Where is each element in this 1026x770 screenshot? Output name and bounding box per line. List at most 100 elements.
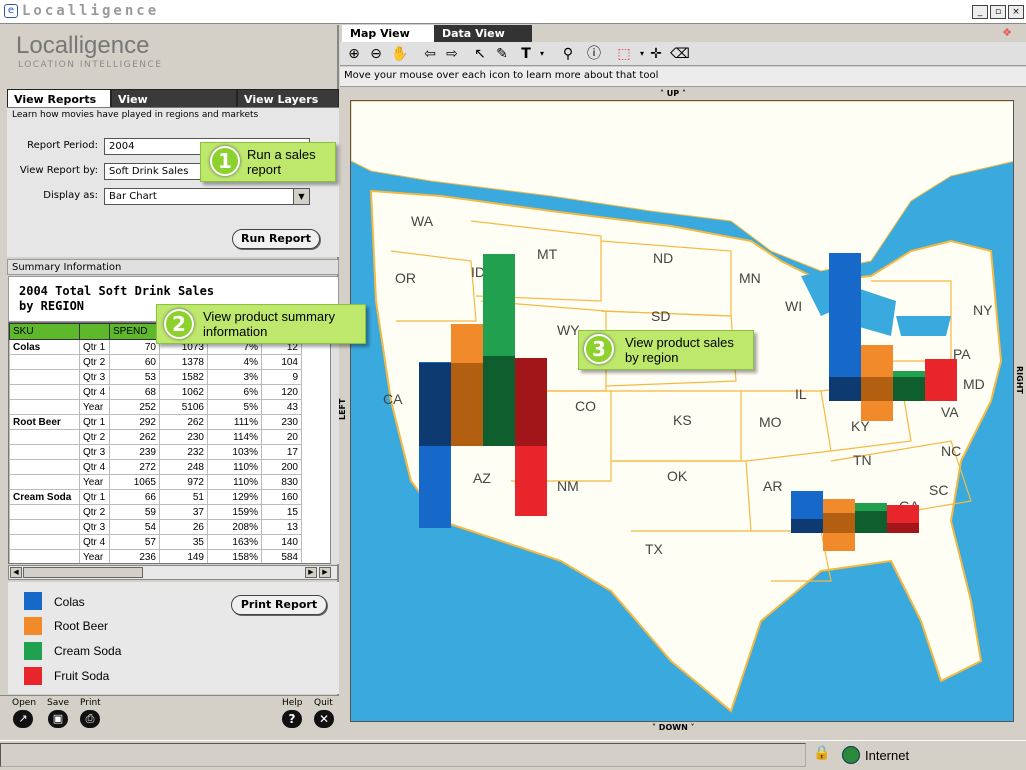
table-cell: 111% [207,414,262,430]
nav-right[interactable]: RIGHT [1015,366,1024,394]
print-icon[interactable]: ⎙ [80,710,100,728]
table-header-cell: SKU [9,323,80,340]
help-icon[interactable]: ? [282,710,302,728]
callout-3-number: 3 [584,334,614,364]
table-cell: 584 [261,549,302,563]
eraser-icon[interactable]: ⌫ [670,44,690,64]
table-cell: 1065 [109,474,160,490]
west-neg-bar-3[interactable] [515,446,547,516]
table-cell: 68 [109,384,160,400]
scroll-left-icon[interactable]: ◀ [10,567,22,578]
quit-label: Quit [314,698,333,708]
close-window-button[interactable]: × [1008,5,1024,19]
south-neg-bar-1[interactable] [823,533,855,551]
table-cell: Qtr 3 [79,519,110,535]
nav-left[interactable]: LEFT [338,399,347,420]
minimize-button[interactable]: _ [972,5,988,19]
table-row: Root Beer Qtr 1 292 262 111% 230 [9,414,302,430]
previous-view-icon[interactable]: ⇦ [420,44,440,64]
next-view-icon[interactable]: ⇨ [442,44,462,64]
chevron-down-icon[interactable]: ▼ [293,189,309,204]
table-cell: 248 [159,459,208,475]
scroll-right-end-icon[interactable]: ▶ [319,567,331,578]
west-band-0 [419,363,451,446]
help-label: Help [282,698,303,708]
quit-icon[interactable]: ✕ [314,710,334,728]
table-cell: 972 [159,474,208,490]
display-as-label: Display as: [43,190,98,201]
tab-view-layers[interactable]: View Layers [237,89,339,108]
callout-2-line2: information [203,324,268,339]
midwest-band-0 [829,377,861,401]
table-row: Qtr 3 53 1582 3% 9 [9,369,302,385]
table-cell: 54 [109,519,160,535]
table-cell: 110% [207,474,262,490]
callout-1-line1: Run a sales [247,147,316,162]
table-cell: 15 [261,504,302,520]
tab-view-reports[interactable]: View Reports [7,89,111,108]
state-label-wi: WI [785,298,802,314]
table-cell: 158% [207,549,262,563]
tab-data-view[interactable]: Data View [434,25,532,42]
table-row: Year 236 149 158% 584 [9,549,302,563]
table-cell: Year [79,474,110,490]
display-as-select[interactable]: Bar Chart ▼ [104,188,310,205]
west-neg-bar-0[interactable] [419,446,451,528]
state-label-tn: TN [853,452,872,468]
state-label-tx: TX [645,541,664,557]
table-cell: Qtr 1 [79,339,110,355]
table-cell: Qtr 4 [79,384,110,400]
tab-view-demographics[interactable]: View Demographics [111,89,237,119]
midwest-neg-bar-1[interactable] [861,401,893,421]
nav-left-label: LEFT [338,398,347,420]
table-horizontal-scrollbar[interactable]: ◀ ▶ ▶ [8,565,338,580]
scroll-thumb[interactable] [23,567,143,578]
text-tool-chevron-icon[interactable]: ▾ [532,44,552,64]
midwest-band-2 [893,377,925,401]
south-band-2 [855,511,887,533]
table-row: Qtr 4 272 248 110% 200 [9,459,302,475]
table-cell: 230 [261,414,302,430]
crosshair-icon[interactable]: ✛ [646,44,666,64]
nav-down[interactable]: ˅ DOWN ˅ [652,723,695,732]
table-cell: 1378 [159,354,208,370]
ruler-icon[interactable]: ✎ [492,44,512,64]
state-label-mn: MN [739,270,761,286]
state-label-nc: NC [941,443,961,459]
table-row: Year 252 5106 5% 43 [9,399,302,415]
table-cell: Year [79,549,110,563]
binoculars-icon[interactable]: ⚲ [558,44,578,64]
pan-hand-icon[interactable]: ✋ [390,44,410,64]
table-cell: 53 [109,369,160,385]
table-cell [9,444,80,460]
selection-rectangle-icon[interactable]: ⬚ [614,44,634,64]
map-canvas[interactable]: WA MT ND OR ID SD MN WI NY WY CA CO KS MO IL PA MD VA KY AZ… [350,100,1014,722]
maximize-button[interactable]: ▫ [990,5,1006,19]
scroll-right-icon[interactable]: ▶ [305,567,317,578]
run-report-button[interactable]: Run Report [232,229,320,249]
save-label: Save [47,698,70,708]
midwest-bar-3[interactable] [925,359,957,401]
legend-label-fruit-soda: Fruit Soda [54,669,110,683]
open-icon[interactable]: ↗ [13,710,33,728]
south-band-0 [791,519,823,533]
tab-map-view[interactable]: Map View [342,25,434,42]
print-report-button[interactable]: Print Report [231,595,327,615]
browser-icon: e [4,4,18,18]
zoom-out-icon[interactable]: ⊖ [366,44,386,64]
table-vertical-scrollbar[interactable] [330,322,339,564]
table-cell [9,429,80,445]
table-cell: Qtr 1 [79,489,110,505]
zoom-in-icon[interactable]: ⊕ [344,44,364,64]
print-label: Print [80,698,101,708]
info-icon[interactable]: ⓘ [584,44,604,64]
summary-title-line1: 2004 Total Soft Drink Sales [19,284,215,298]
nav-up[interactable]: ˄ UP ˄ [660,89,686,98]
save-icon[interactable]: ▣ [48,710,68,728]
select-arrow-icon[interactable]: ↖ [470,44,490,64]
table-cell: 57 [109,534,160,550]
table-cell: 140 [261,534,302,550]
table-cell: Cream Soda [9,489,80,505]
callout-1-number: 1 [210,146,240,176]
table-cell: Qtr 1 [79,414,110,430]
